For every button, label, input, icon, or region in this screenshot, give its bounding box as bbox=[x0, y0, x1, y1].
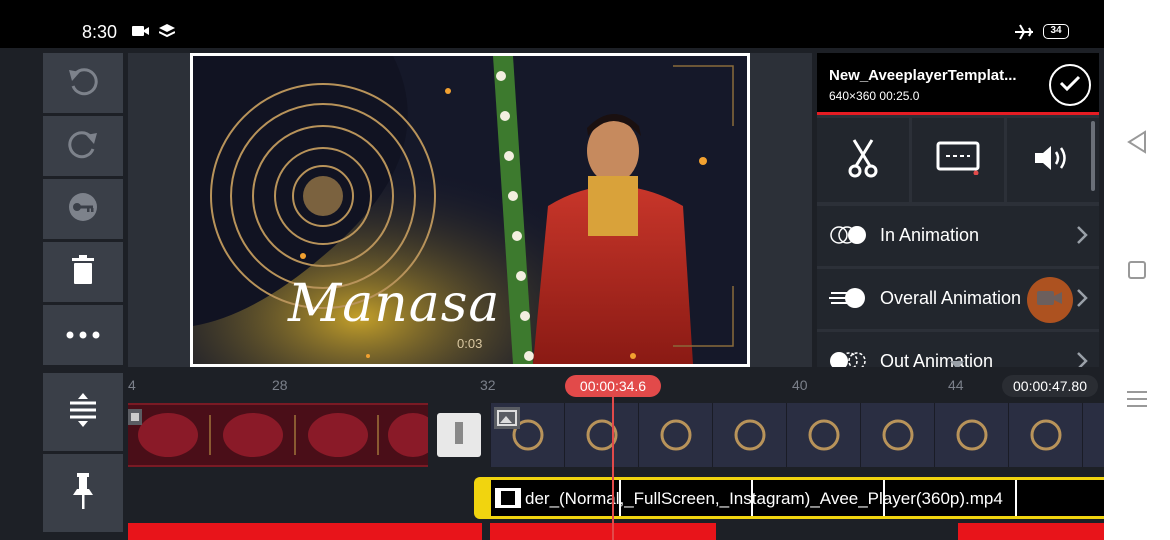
clip-thumbnail bbox=[934, 403, 1008, 467]
overall-animation-icon bbox=[829, 287, 869, 314]
in-animation-row[interactable]: In Animation bbox=[817, 206, 1099, 266]
checkmark-icon bbox=[1059, 74, 1081, 97]
volume-button[interactable] bbox=[1007, 118, 1099, 202]
airplane-icon bbox=[1014, 24, 1034, 45]
screen-recorder-bubble[interactable] bbox=[1027, 277, 1073, 323]
playhead[interactable] bbox=[612, 395, 614, 540]
timeline-toolbar bbox=[43, 373, 123, 536]
out-animation-icon bbox=[829, 350, 869, 367]
chevron-right-icon bbox=[1075, 224, 1089, 251]
clip-thumbnail bbox=[712, 403, 786, 467]
pin-icon bbox=[70, 472, 96, 514]
expand-tracks-icon bbox=[68, 392, 98, 432]
clip-thumbnail bbox=[638, 403, 712, 467]
battery-indicator: 34 bbox=[1043, 24, 1069, 39]
clip-duration: 00:25.0 bbox=[879, 89, 920, 103]
clip-name: New_AveeplayerTemplat... bbox=[829, 67, 1017, 84]
volume-icon bbox=[1033, 143, 1073, 178]
layer-frame-divider bbox=[751, 480, 753, 516]
more-options-button[interactable] bbox=[43, 305, 123, 365]
kinemaster-editor: 8:30 34 Manasa 0:03 New_AveeplayerTempla… bbox=[0, 0, 1104, 540]
home-icon[interactable] bbox=[1128, 261, 1146, 284]
clip-meta: 640×360 00:25.0 bbox=[829, 89, 919, 103]
clip-thumbnail bbox=[1082, 403, 1104, 467]
scissors-icon bbox=[848, 138, 878, 183]
back-icon[interactable] bbox=[1126, 130, 1148, 159]
clock: 8:30 bbox=[82, 22, 118, 42]
layer-frame-divider bbox=[619, 480, 621, 516]
trim-split-button[interactable] bbox=[817, 118, 909, 202]
ruler-mark: 28 bbox=[272, 377, 288, 393]
ruler-mark: 4 bbox=[128, 377, 136, 393]
status-bar: 8:30 34 bbox=[0, 0, 1104, 48]
layer-clip-selected[interactable]: der_(Normal,_FullScreen,_Instagram)_Avee… bbox=[474, 477, 1104, 519]
ruler-mark: 44 bbox=[948, 377, 964, 393]
in-animation-icon bbox=[829, 224, 869, 251]
transition-icon bbox=[455, 421, 463, 449]
confirm-button[interactable] bbox=[1049, 64, 1091, 106]
in-animation-label: In Animation bbox=[880, 225, 980, 245]
delete-button[interactable] bbox=[43, 242, 123, 302]
audio-clip[interactable] bbox=[128, 523, 482, 540]
clip-options-panel: New_AveeplayerTemplat... 640×360 00:25.0 bbox=[817, 53, 1099, 367]
clip-thumbnail bbox=[564, 403, 638, 467]
clip-thumbnail bbox=[786, 403, 860, 467]
keyframe-button[interactable] bbox=[43, 179, 123, 239]
redo-button[interactable] bbox=[43, 116, 123, 176]
ruler-mark: 40 bbox=[792, 377, 808, 393]
system-nav-bar bbox=[1104, 0, 1170, 540]
layers-icon bbox=[158, 24, 176, 44]
triangle-down-icon bbox=[950, 356, 964, 367]
clip-resolution: 640×360 bbox=[829, 89, 877, 103]
panel-scrollbar[interactable] bbox=[1091, 121, 1095, 191]
phone-screen: 8:30 34 Manasa 0:03 New_AveeplayerTempla… bbox=[0, 0, 1170, 540]
audio-clip[interactable] bbox=[958, 523, 1104, 540]
layer-file-name: der_(Normal,_FullScreen,_Instagram)_Avee… bbox=[525, 489, 1003, 508]
subtitle-button[interactable] bbox=[912, 118, 1004, 202]
overall-animation-row[interactable]: Overall Animation bbox=[817, 269, 1099, 329]
more-icon bbox=[66, 326, 100, 344]
redo-icon bbox=[66, 129, 100, 164]
timeline[interactable]: 4 28 32 40 44 der_(Normal,_FullScreen,_I… bbox=[128, 373, 1104, 540]
ruler-mark: 32 bbox=[480, 377, 496, 393]
video-camera-icon bbox=[132, 24, 150, 43]
clip-thumbnail bbox=[860, 403, 934, 467]
transition-button[interactable] bbox=[437, 413, 481, 457]
preview-timecode: 0:03 bbox=[457, 336, 483, 351]
delete-icon bbox=[70, 254, 96, 290]
undo-button[interactable] bbox=[43, 53, 123, 113]
chevron-right-icon bbox=[1075, 287, 1089, 314]
recents-icon[interactable] bbox=[1126, 390, 1148, 413]
preview-title-text: Manasa bbox=[288, 274, 501, 334]
clip-thumbnail bbox=[1008, 403, 1082, 467]
chevron-right-icon bbox=[1075, 350, 1089, 367]
keyframe-key-icon bbox=[67, 191, 99, 228]
pin-button[interactable] bbox=[43, 454, 123, 532]
expand-tracks-button[interactable] bbox=[43, 373, 123, 451]
audio-clip[interactable] bbox=[490, 523, 716, 540]
out-animation-label: Out Animation bbox=[880, 351, 994, 367]
image-icon bbox=[128, 409, 142, 430]
clip-header: New_AveeplayerTemplat... 640×360 00:25.0 bbox=[817, 53, 1099, 115]
video-clip[interactable] bbox=[490, 403, 1104, 467]
video-preview[interactable]: Manasa 0:03 bbox=[190, 53, 750, 367]
subtitle-icon bbox=[936, 141, 980, 180]
layer-frame-divider bbox=[883, 480, 885, 516]
out-animation-row[interactable]: Out Animation bbox=[817, 332, 1099, 367]
overall-animation-label: Overall Animation bbox=[880, 288, 1022, 308]
layer-frame-divider bbox=[1015, 480, 1017, 516]
video-clip[interactable] bbox=[128, 403, 428, 467]
playhead-timecode: 00:00:34.6 bbox=[565, 375, 661, 397]
layer-trim-handle[interactable] bbox=[477, 480, 491, 516]
left-toolbar bbox=[43, 53, 123, 367]
video-camera-icon bbox=[1037, 289, 1063, 312]
undo-icon bbox=[66, 66, 100, 101]
total-duration: 00:00:47.80 bbox=[1002, 375, 1098, 397]
film-icon bbox=[495, 488, 521, 513]
image-icon bbox=[494, 407, 520, 434]
